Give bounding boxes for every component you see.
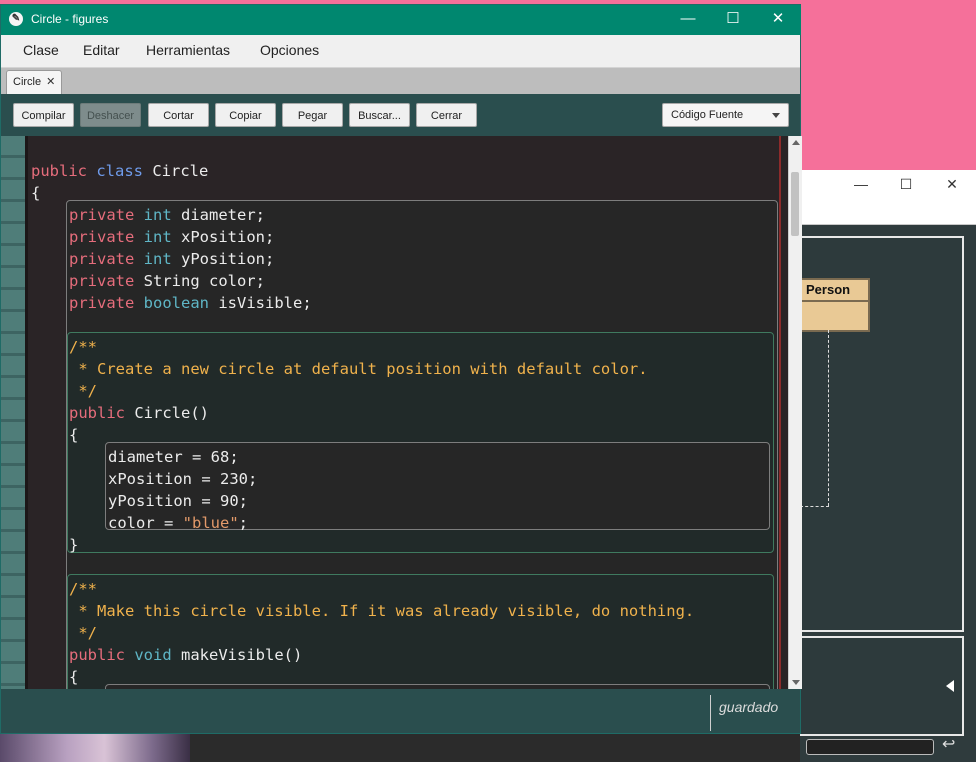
view-select-value: Código Fuente xyxy=(671,109,744,121)
code-line: private int diameter; xyxy=(69,206,265,224)
comment-line: */ xyxy=(69,624,97,642)
comment-line: * Make this circle visible. If it was al… xyxy=(69,602,695,620)
close-icon[interactable]: ✕ xyxy=(755,5,801,35)
code-line: private String color; xyxy=(69,272,265,290)
paste-button[interactable]: Pegar xyxy=(282,103,343,127)
dependency-arrow xyxy=(828,330,830,506)
code-line: private boolean isVisible; xyxy=(69,294,312,312)
bluej-app-icon: ✎ xyxy=(9,12,23,26)
object-bench xyxy=(800,636,964,736)
dependency-arrow-foot xyxy=(800,506,829,507)
toolbar: Compilar Deshacer Cortar Copiar Pegar Bu… xyxy=(1,95,800,135)
code-line: } xyxy=(69,536,79,554)
code-line: color = "blue"; xyxy=(108,514,248,532)
window-title: Circle - figures xyxy=(31,12,109,26)
project-window-titlebar: — ☐ ✕ xyxy=(800,170,976,225)
vertical-scrollbar[interactable] xyxy=(788,136,802,689)
class-box-person[interactable]: Person xyxy=(800,278,870,332)
minimize-icon[interactable]: — xyxy=(665,5,711,35)
codepad-input[interactable] xyxy=(806,739,934,755)
scrollbar-thumb[interactable] xyxy=(791,172,799,236)
minimize-icon[interactable]: — xyxy=(846,174,876,194)
undo-button[interactable]: Deshacer xyxy=(80,103,141,127)
status-divider xyxy=(710,695,711,731)
code-line: yPosition = 90; xyxy=(108,492,248,510)
find-button[interactable]: Buscar... xyxy=(349,103,410,127)
comment-line: /** xyxy=(69,580,97,598)
chevron-down-icon xyxy=(772,113,780,118)
code-line: public Circle() xyxy=(69,404,209,422)
desktop-wallpaper-fragment xyxy=(0,734,190,762)
method-scope-box xyxy=(67,574,774,689)
close-button[interactable]: Cerrar xyxy=(416,103,477,127)
code-line: xPosition = 230; xyxy=(108,470,258,488)
comment-line: * Create a new circle at default positio… xyxy=(69,360,648,378)
close-icon[interactable]: ✕ xyxy=(937,174,967,194)
code-line: { xyxy=(69,426,79,444)
view-select[interactable]: Código Fuente xyxy=(662,103,789,127)
comment-line: */ xyxy=(69,382,97,400)
tab-label: Circle xyxy=(13,76,42,88)
enter-icon[interactable]: ↩ xyxy=(942,734,955,754)
scroll-up-icon[interactable] xyxy=(792,140,800,145)
code-line: diameter = 68; xyxy=(108,448,239,466)
class-box-title: Person xyxy=(800,280,868,302)
maximize-icon[interactable]: ☐ xyxy=(710,5,756,35)
menu-herramientas[interactable]: Herramientas xyxy=(146,42,230,58)
collapse-arrow-icon[interactable] xyxy=(946,680,954,692)
compile-button[interactable]: Compilar xyxy=(13,103,74,127)
code-editor[interactable]: public class Circle { private int diamet… xyxy=(1,136,788,689)
menu-clase[interactable]: Clase xyxy=(23,42,59,58)
code-line: { xyxy=(31,184,41,202)
editor-window: ✎ Circle - figures — ☐ ✕ Clase Editar He… xyxy=(0,4,802,734)
code-line: { xyxy=(69,668,79,686)
tab-bar: Circle ✕ xyxy=(1,68,800,94)
code-line: private int yPosition; xyxy=(69,250,275,268)
close-tab-icon[interactable]: ✕ xyxy=(46,76,55,88)
right-margin-line xyxy=(779,136,781,689)
maximize-icon[interactable]: ☐ xyxy=(891,174,921,194)
scroll-down-icon[interactable] xyxy=(792,680,800,685)
comment-line: /** xyxy=(69,338,97,356)
code-line: public class Circle xyxy=(31,162,209,180)
save-status: guardado xyxy=(719,699,779,715)
menu-bar: Clase Editar Herramientas Opciones xyxy=(1,35,800,68)
class-diagram: Person xyxy=(800,236,964,632)
code-line: public void makeVisible() xyxy=(69,646,303,664)
code-line: private int xPosition; xyxy=(69,228,275,246)
cut-button[interactable]: Cortar xyxy=(148,103,209,127)
status-bar: guardado xyxy=(1,689,800,733)
copy-button[interactable]: Copiar xyxy=(215,103,276,127)
titlebar: ✎ Circle - figures — ☐ ✕ xyxy=(1,5,801,35)
gutter-separator xyxy=(25,136,28,689)
tab-circle[interactable]: Circle ✕ xyxy=(6,70,63,94)
menu-editar[interactable]: Editar xyxy=(83,42,120,58)
project-window: — ☐ ✕ Person ↩ xyxy=(800,170,976,762)
menu-opciones[interactable]: Opciones xyxy=(260,42,319,58)
line-gutter[interactable] xyxy=(1,136,25,689)
